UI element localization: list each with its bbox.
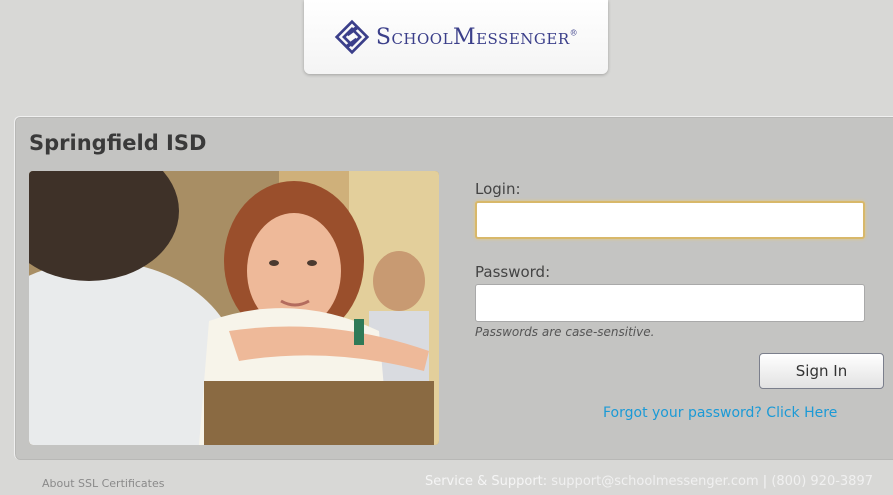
logo-wordmark: SchoolMessenger® bbox=[375, 24, 579, 50]
password-label: Password: bbox=[475, 263, 551, 281]
footer: About SSL Certificates Service & Support… bbox=[0, 472, 893, 495]
logo-registered-mark: ® bbox=[569, 28, 579, 38]
support-label: Service & Support: bbox=[424, 474, 548, 489]
support-phone: (800) 920-3897 bbox=[771, 474, 873, 489]
login-input[interactable] bbox=[475, 201, 865, 239]
support-info: Service & Support: support@schoolmesseng… bbox=[425, 474, 873, 489]
student-photo-icon bbox=[29, 171, 439, 445]
login-panel: Springfield ISD Login: Password: Passwor… bbox=[14, 116, 893, 460]
sign-in-button[interactable]: Sign In bbox=[759, 353, 884, 389]
support-separator: | bbox=[762, 474, 768, 489]
logo-tab: SchoolMessenger® bbox=[304, 0, 608, 74]
password-hint: Passwords are case-sensitive. bbox=[475, 325, 655, 339]
password-input[interactable] bbox=[475, 284, 865, 322]
login-label: Login: bbox=[475, 180, 521, 198]
support-email-link[interactable]: support@schoolmessenger.com bbox=[551, 474, 758, 489]
student-photo bbox=[29, 171, 439, 445]
ssl-certificates-link[interactable]: About SSL Certificates bbox=[42, 477, 164, 490]
schoolmessenger-diamond-logo-icon bbox=[334, 19, 370, 55]
organization-name: Springfield ISD bbox=[29, 131, 207, 155]
forgot-password-link[interactable]: Forgot your password? Click Here bbox=[603, 405, 837, 421]
